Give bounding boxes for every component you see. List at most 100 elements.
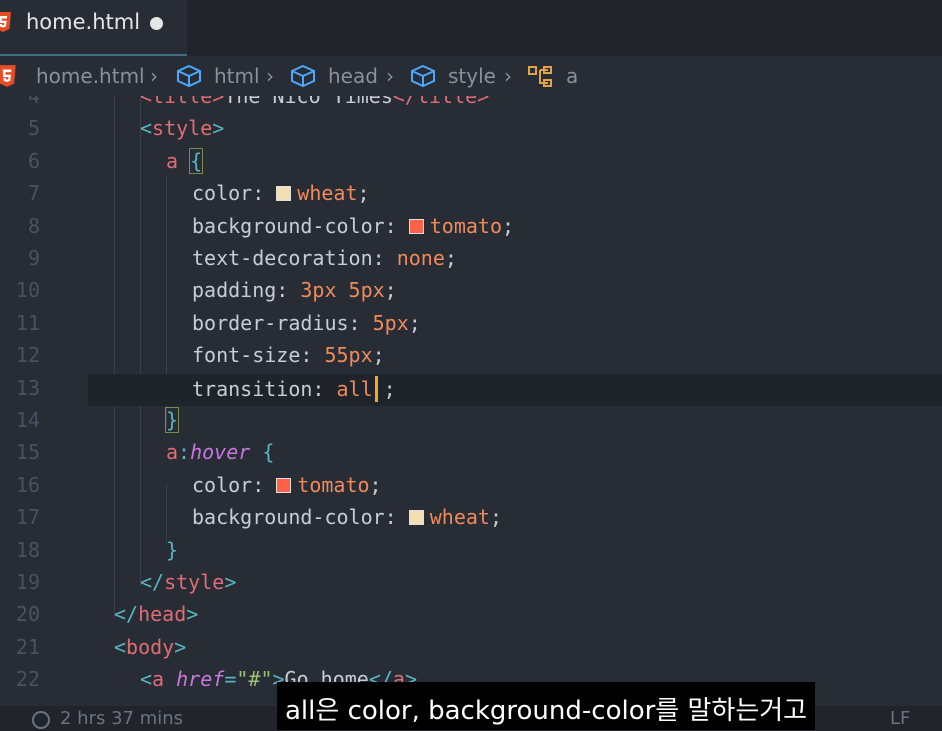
code-line[interactable]: 11 border-radius: 5px; bbox=[0, 309, 942, 341]
clock-icon bbox=[32, 711, 50, 729]
code-token: = bbox=[224, 667, 237, 692]
code-token: wheat bbox=[429, 505, 490, 530]
code-token: style bbox=[164, 570, 225, 594]
code-line[interactable]: 9 text-decoration: none; bbox=[0, 244, 942, 276]
code-token: head bbox=[138, 602, 187, 627]
code-token: ; bbox=[408, 310, 421, 335]
code-line[interactable]: 13 transition: all; bbox=[0, 374, 942, 406]
code-token: ; bbox=[384, 278, 397, 303]
color-swatch[interactable] bbox=[408, 510, 424, 526]
code-line[interactable]: 15 a:hover { bbox=[0, 438, 942, 470]
code-line[interactable]: 20 </head> bbox=[0, 600, 942, 632]
line-number: 5 bbox=[27, 116, 40, 141]
code-text: font-size: 55px; bbox=[192, 343, 385, 367]
breadcrumb-item-selector[interactable]: a bbox=[566, 64, 578, 88]
code-editor[interactable]: 4 <title>The Nico Times</title> 5 <style> 6 a… bbox=[0, 96, 942, 706]
line-number: 20 bbox=[15, 602, 40, 627]
chevron-right-icon: › bbox=[504, 64, 512, 88]
code-line[interactable]: 6 a { bbox=[0, 147, 942, 179]
code-line[interactable]: 14} bbox=[0, 406, 942, 438]
breadcrumb-item-style[interactable]: style bbox=[448, 64, 496, 88]
code-token: "#" bbox=[236, 667, 273, 692]
color-swatch[interactable] bbox=[276, 477, 292, 493]
color-swatch[interactable] bbox=[408, 218, 424, 234]
code-token: > bbox=[174, 634, 187, 659]
code-line[interactable]: 8 background-color: tomato; bbox=[0, 212, 942, 244]
code-token: ; bbox=[489, 505, 503, 530]
code-line[interactable]: 18} bbox=[0, 536, 942, 568]
line-number: 21 bbox=[15, 634, 40, 659]
code-token: color: bbox=[192, 181, 277, 206]
code-text: transition: all; bbox=[192, 375, 396, 402]
code-token: font-size: bbox=[192, 343, 325, 368]
code-token: a bbox=[166, 440, 179, 465]
line-number: 4 bbox=[27, 96, 40, 108]
code-line[interactable]: 19 </style> bbox=[0, 568, 942, 600]
line-number: 9 bbox=[27, 246, 40, 270]
code-token: href bbox=[176, 667, 225, 692]
code-text: a { bbox=[166, 147, 204, 174]
line-number: 18 bbox=[15, 537, 40, 562]
code-token: none bbox=[396, 246, 445, 270]
time-tracker[interactable]: 2 hrs 37 mins bbox=[60, 708, 183, 729]
code-token: { bbox=[189, 147, 204, 174]
cube-icon bbox=[177, 64, 201, 88]
chevron-right-icon: › bbox=[266, 64, 274, 88]
code-text: } bbox=[164, 407, 180, 433]
code-line[interactable]: 12 font-size: 55px; bbox=[0, 341, 942, 373]
eol-indicator[interactable]: LF bbox=[890, 708, 910, 729]
code-line[interactable]: 4 <title>The Nico Times</title> bbox=[0, 96, 942, 114]
line-number: 14 bbox=[15, 408, 40, 432]
code-token: style bbox=[152, 116, 213, 141]
line-number: 16 bbox=[15, 472, 40, 497]
code-token: border-radius: bbox=[192, 310, 373, 335]
color-swatch[interactable] bbox=[276, 186, 292, 202]
breadcrumb-item-head[interactable]: head bbox=[328, 64, 378, 88]
code-text: </style> bbox=[140, 570, 236, 594]
code-token: hover bbox=[190, 440, 251, 465]
unsaved-dot-icon[interactable] bbox=[150, 17, 163, 30]
breadcrumb-item-file[interactable]: home.html bbox=[36, 64, 145, 88]
code-token: </ bbox=[114, 602, 139, 627]
code-text: border-radius: 5px; bbox=[192, 311, 421, 335]
code-text: text-decoration: none; bbox=[192, 246, 457, 270]
code-token: wheat bbox=[297, 181, 358, 206]
code-token: tomato bbox=[429, 213, 502, 238]
chevron-right-icon: › bbox=[150, 64, 158, 88]
code-line[interactable]: 10 padding: 3px 5px; bbox=[0, 276, 942, 308]
code-token: } bbox=[166, 537, 179, 562]
code-line[interactable]: 7 color: wheat; bbox=[0, 179, 942, 211]
code-token: ; bbox=[372, 343, 385, 368]
code-token: text-decoration: bbox=[192, 246, 397, 270]
line-number: 17 bbox=[15, 505, 40, 530]
code-line[interactable]: 5 <style> bbox=[0, 114, 942, 146]
code-token: < bbox=[140, 116, 153, 141]
tab-home-html[interactable]: home.html bbox=[0, 0, 187, 56]
code-token: ; bbox=[357, 181, 370, 206]
line-number: 12 bbox=[15, 343, 40, 368]
line-number: 7 bbox=[27, 181, 40, 206]
code-token: 5px bbox=[372, 310, 409, 335]
tab-label: home.html bbox=[26, 10, 141, 34]
code-line[interactable]: 21 <body> bbox=[0, 633, 942, 665]
code-token: </title> bbox=[392, 96, 490, 108]
code-line[interactable]: 17 background-color: wheat; bbox=[0, 503, 942, 535]
code-token: body bbox=[126, 634, 175, 659]
code-text: <style> bbox=[140, 116, 224, 140]
code-text: padding: 3px 5px; bbox=[192, 278, 397, 302]
code-text: <body> bbox=[114, 635, 186, 659]
html5-icon bbox=[0, 65, 16, 87]
css-selector-icon bbox=[528, 66, 552, 87]
breadcrumb-item-html[interactable]: html bbox=[214, 64, 260, 88]
code-text: </head> bbox=[114, 602, 198, 626]
line-number: 22 bbox=[15, 667, 40, 692]
line-number: 8 bbox=[27, 213, 40, 238]
code-token: transition: bbox=[192, 376, 337, 401]
code-token: 3px 5px bbox=[300, 278, 385, 303]
code-line[interactable]: 16 color: tomato; bbox=[0, 471, 942, 503]
code-token: padding: bbox=[192, 278, 301, 303]
code-token: ; bbox=[502, 213, 515, 238]
line-number: 11 bbox=[15, 310, 40, 335]
code-text: color: wheat; bbox=[192, 181, 370, 205]
line-number: 6 bbox=[27, 148, 40, 173]
